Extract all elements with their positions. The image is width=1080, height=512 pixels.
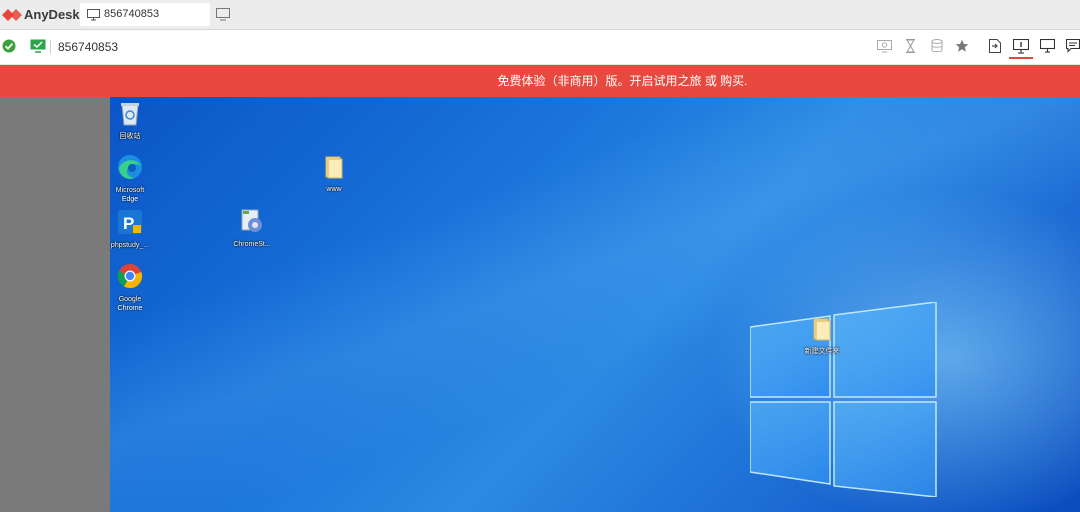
desktop-icon-edge[interactable]: Microsoft Edge: [110, 154, 153, 204]
new-session-icon[interactable]: [216, 8, 230, 26]
phpstudy-icon: P: [118, 210, 142, 234]
desktop-icon-www-folder[interactable]: www: [311, 155, 357, 194]
tab-session[interactable]: 856740853: [80, 3, 210, 26]
monitor-icon: [87, 8, 100, 26]
remote-desktop[interactable]: 回收站 Microsoft Edge P phpstudy_... Google…: [110, 97, 1080, 512]
toolbar-separator: [50, 40, 51, 54]
database-icon[interactable]: [931, 39, 943, 58]
desktop-icon-chrome-setup[interactable]: ChromeSt...: [229, 208, 275, 249]
active-tool-indicator: [1009, 57, 1033, 59]
app-name: AnyDesk: [24, 7, 80, 22]
svg-text:P: P: [123, 214, 134, 233]
windows-logo-wallpaper: [750, 302, 937, 497]
remote-id-label: 856740853: [58, 40, 119, 54]
check-circle-icon: [2, 39, 16, 58]
new-folder-icon: [813, 318, 831, 341]
address-toolbar: 856740853: [0, 30, 1080, 65]
edge-icon: [118, 155, 142, 179]
remote-view-margin: [0, 97, 110, 512]
desktop-icon-chrome[interactable]: Google Chrome: [110, 263, 153, 313]
setup-icon: [241, 209, 262, 232]
desktop-icon-phpstudy[interactable]: P phpstudy_...: [110, 209, 153, 250]
file-transfer-icon[interactable]: [989, 39, 1001, 58]
desktop-icon-recycle-bin[interactable]: 回收站: [110, 100, 153, 141]
trial-banner[interactable]: 免费体验（非商用）版。开启试用之旅 或 购买.: [0, 65, 1080, 97]
anydesk-logo-icon: [2, 7, 22, 23]
tab-bar: AnyDesk 856740853: [0, 0, 1080, 30]
display-settings-icon[interactable]: [877, 39, 892, 58]
chrome-icon: [117, 264, 143, 289]
chat-icon[interactable]: [1065, 38, 1080, 58]
monitor-green-icon: [30, 39, 46, 58]
star-icon[interactable]: [955, 39, 969, 58]
tab-label: 856740853: [104, 8, 160, 20]
folder-icon: [325, 156, 343, 179]
monitor-icon[interactable]: [1039, 38, 1056, 58]
desktop-icon-new-folder[interactable]: 新建文件夹: [799, 317, 845, 356]
recycle-bin-icon: [121, 103, 139, 126]
hourglass-icon[interactable]: [905, 39, 916, 58]
action-icon[interactable]: [1012, 38, 1030, 59]
trial-banner-text[interactable]: 免费体验（非商用）版。开启试用之旅 或 购买.: [497, 74, 747, 88]
